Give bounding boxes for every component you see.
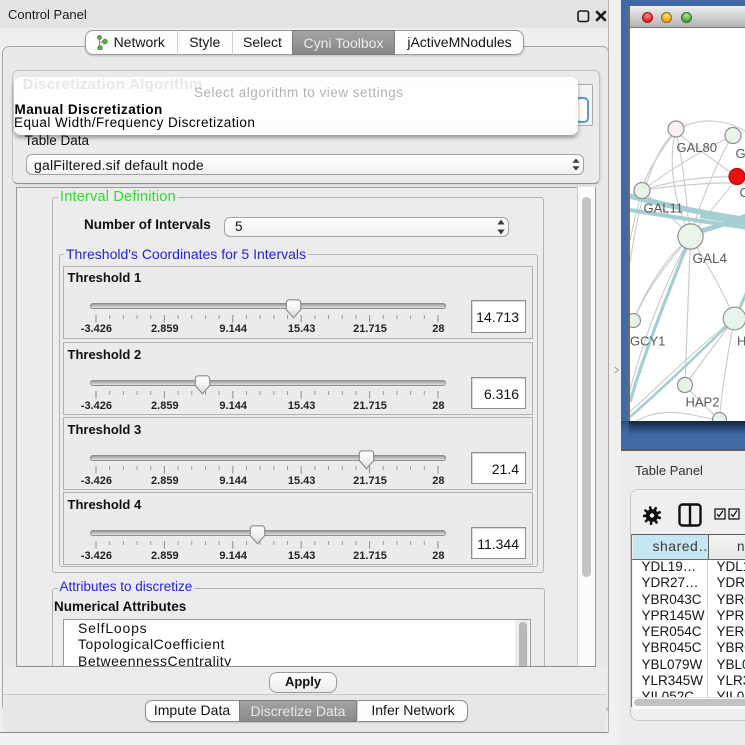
svg-text:C: C bbox=[739, 185, 745, 200]
svg-text:H: H bbox=[737, 334, 745, 349]
svg-text:GAL11: GAL11 bbox=[643, 201, 683, 216]
svg-text:GA: GA bbox=[735, 146, 745, 161]
svg-text:GCY1: GCY1 bbox=[630, 334, 665, 349]
svg-text:HAP2: HAP2 bbox=[685, 395, 719, 410]
svg-text:GAL80: GAL80 bbox=[676, 140, 716, 155]
svg-text:GAL4: GAL4 bbox=[692, 251, 727, 266]
